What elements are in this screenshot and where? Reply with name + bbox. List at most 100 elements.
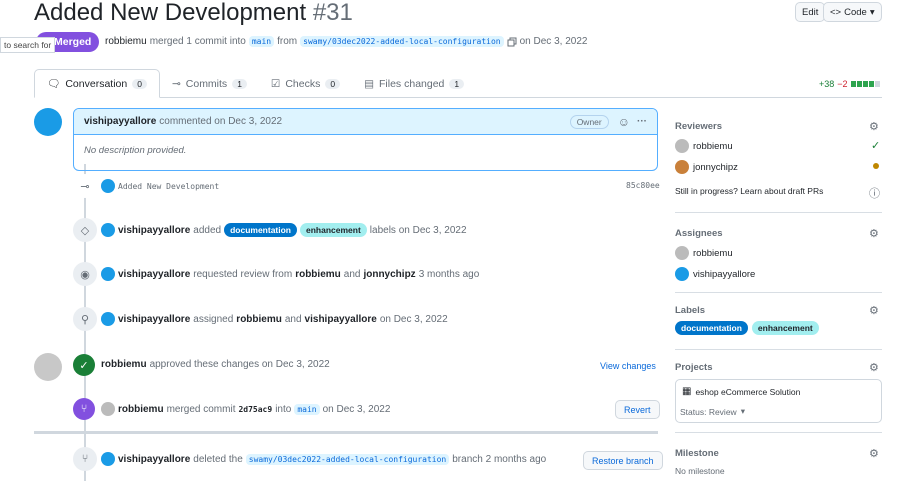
tab-counter: 1 xyxy=(232,78,247,89)
assign-event: vishipayyallore assigned robbiemu and vi… xyxy=(101,312,448,326)
tab-files-changed[interactable]: ▤ Files changed 1 xyxy=(352,69,476,98)
avatar[interactable] xyxy=(34,108,62,136)
commit-sha[interactable]: 85c80ee xyxy=(626,181,660,190)
sidebar-divider xyxy=(675,212,882,213)
revert-button[interactable]: Revert xyxy=(615,400,660,419)
person-icon: ⚲ xyxy=(73,307,97,331)
diffstat-blocks xyxy=(850,81,880,87)
check-icon: ✓ xyxy=(73,354,95,376)
label-enhancement[interactable]: enhancement xyxy=(751,321,819,335)
tab-conversation[interactable]: 🗨 Conversation 0 xyxy=(34,69,160,98)
commit-icon: ⊸ xyxy=(171,77,181,90)
tab-label: Checks xyxy=(285,77,321,90)
sidebar-divider xyxy=(675,432,882,433)
assignee-name[interactable]: robbiemu xyxy=(693,248,733,259)
table-icon: ▦ xyxy=(682,386,692,397)
info-icon[interactable]: ⓘ xyxy=(869,185,880,201)
event-text: into xyxy=(275,403,292,415)
label-enhancement[interactable]: enhancement xyxy=(300,223,367,237)
tab-label: Commits xyxy=(185,77,228,90)
avatar[interactable] xyxy=(101,452,115,466)
avatar[interactable] xyxy=(675,160,689,174)
kebab-menu-icon[interactable]: ··· xyxy=(637,116,647,127)
event-text: and xyxy=(284,313,302,325)
event-time[interactable]: 3 months ago xyxy=(419,269,480,280)
code-button[interactable]: <> Code ▾ xyxy=(823,2,882,22)
gear-icon[interactable]: ⚙ xyxy=(869,120,881,133)
gear-icon[interactable]: ⚙ xyxy=(869,227,881,240)
checklist-icon: ☑ xyxy=(270,77,281,90)
comment-author[interactable]: vishipayyallore xyxy=(84,116,156,127)
deleted-branch[interactable]: swamy/03dec2022-added-local-configuratio… xyxy=(245,453,450,465)
event-user[interactable]: robbiemu xyxy=(236,314,282,325)
event-text: approved these changes on Dec 3, 2022 xyxy=(149,359,330,370)
merge-branch[interactable]: main xyxy=(294,403,320,415)
assignee-name[interactable]: vishipayyallore xyxy=(693,269,755,280)
avatar[interactable] xyxy=(675,267,689,281)
check-icon: ✓ xyxy=(871,140,881,152)
avatar[interactable] xyxy=(34,353,62,381)
gear-icon[interactable]: ⚙ xyxy=(869,447,881,460)
avatar[interactable] xyxy=(101,267,115,281)
event-user[interactable]: vishipayyallore xyxy=(305,314,377,325)
event-user[interactable]: jonnychipz xyxy=(363,269,415,280)
view-changes-link[interactable]: View changes xyxy=(600,361,656,371)
reviewer-name[interactable]: robbiemu xyxy=(693,141,733,152)
caret-down-icon: ▾ xyxy=(740,406,745,416)
event-actor[interactable]: robbiemu xyxy=(118,404,164,415)
review-request-event: vishipayyallore requested review from ro… xyxy=(101,267,479,281)
merge-event: robbiemu merged commit 2d75ac9 into main… xyxy=(101,402,390,416)
head-branch[interactable]: swamy/03dec2022-added-local-configuratio… xyxy=(300,36,504,47)
milestone-title: Milestone xyxy=(675,448,719,459)
commit-message[interactable]: Added New Development xyxy=(118,182,219,191)
merge-sha[interactable]: 2d75ac9 xyxy=(238,405,272,414)
event-actor[interactable]: vishipayyallore xyxy=(118,225,190,236)
restore-branch-button[interactable]: Restore branch xyxy=(583,451,663,470)
project-status[interactable]: Status: Review ▾ xyxy=(680,406,745,417)
avatar[interactable] xyxy=(101,179,115,193)
pr-title-text: Added New Development xyxy=(34,0,307,26)
label-documentation[interactable]: documentation xyxy=(675,321,748,335)
pr-meta: robbiemu merged 1 commit into main from … xyxy=(105,36,587,47)
event-actor[interactable]: vishipayyallore xyxy=(118,269,190,280)
tab-counter: 0 xyxy=(325,78,341,89)
base-branch[interactable]: main xyxy=(248,36,275,47)
projects-title: Projects xyxy=(675,362,713,373)
project-name[interactable]: eshop eCommerce Solution xyxy=(695,387,800,397)
sidebar-divider xyxy=(675,349,882,350)
pr-tabs: 🗨 Conversation 0 ⊸ Commits 1 ☑ Checks 0 … xyxy=(34,69,476,98)
edit-button[interactable]: Edit xyxy=(795,2,826,22)
label-documentation[interactable]: documentation xyxy=(224,223,297,237)
avatar[interactable] xyxy=(675,139,689,153)
pr-number: #31 xyxy=(312,0,353,26)
caret-down-icon: ▾ xyxy=(869,6,875,18)
reviewers-title: Reviewers xyxy=(675,121,723,132)
reviewer-name[interactable]: jonnychipz xyxy=(693,162,738,173)
pr-author[interactable]: robbiemu xyxy=(105,36,147,47)
avatar[interactable] xyxy=(101,223,115,237)
draft-pr-text[interactable]: Still in progress? Learn about draft PRs xyxy=(675,186,823,196)
event-actor[interactable]: vishipayyallore xyxy=(118,314,190,325)
gear-icon[interactable]: ⚙ xyxy=(869,361,881,374)
git-branch-icon: ⑂ xyxy=(73,447,97,471)
gear-icon[interactable]: ⚙ xyxy=(869,304,881,317)
search-tooltip: to search for xyxy=(0,37,56,53)
file-diff-icon: ▤ xyxy=(364,77,375,90)
additions-count: +38 xyxy=(819,79,835,89)
avatar[interactable] xyxy=(101,312,115,326)
avatar[interactable] xyxy=(675,246,689,260)
copy-icon[interactable] xyxy=(507,37,517,47)
event-user[interactable]: robbiemu xyxy=(295,269,341,280)
event-text: labels on Dec 3, 2022 xyxy=(369,224,467,236)
avatar[interactable] xyxy=(101,402,115,416)
tab-commits[interactable]: ⊸ Commits 1 xyxy=(160,69,259,98)
comment-box: vishipayyallore commented on Dec 3, 2022… xyxy=(73,108,658,171)
delete-branch-event: vishipayyallore deleted the swamy/03dec2… xyxy=(101,452,546,466)
tab-checks[interactable]: ☑ Checks 0 xyxy=(259,69,352,98)
comment-header: vishipayyallore commented on Dec 3, 2022… xyxy=(74,109,657,135)
event-actor[interactable]: robbiemu xyxy=(101,359,147,370)
smiley-icon[interactable]: ☺ xyxy=(618,115,630,129)
owner-badge: Owner xyxy=(569,114,609,129)
event-actor[interactable]: vishipayyallore xyxy=(118,454,190,465)
tab-counter: 1 xyxy=(449,78,465,89)
